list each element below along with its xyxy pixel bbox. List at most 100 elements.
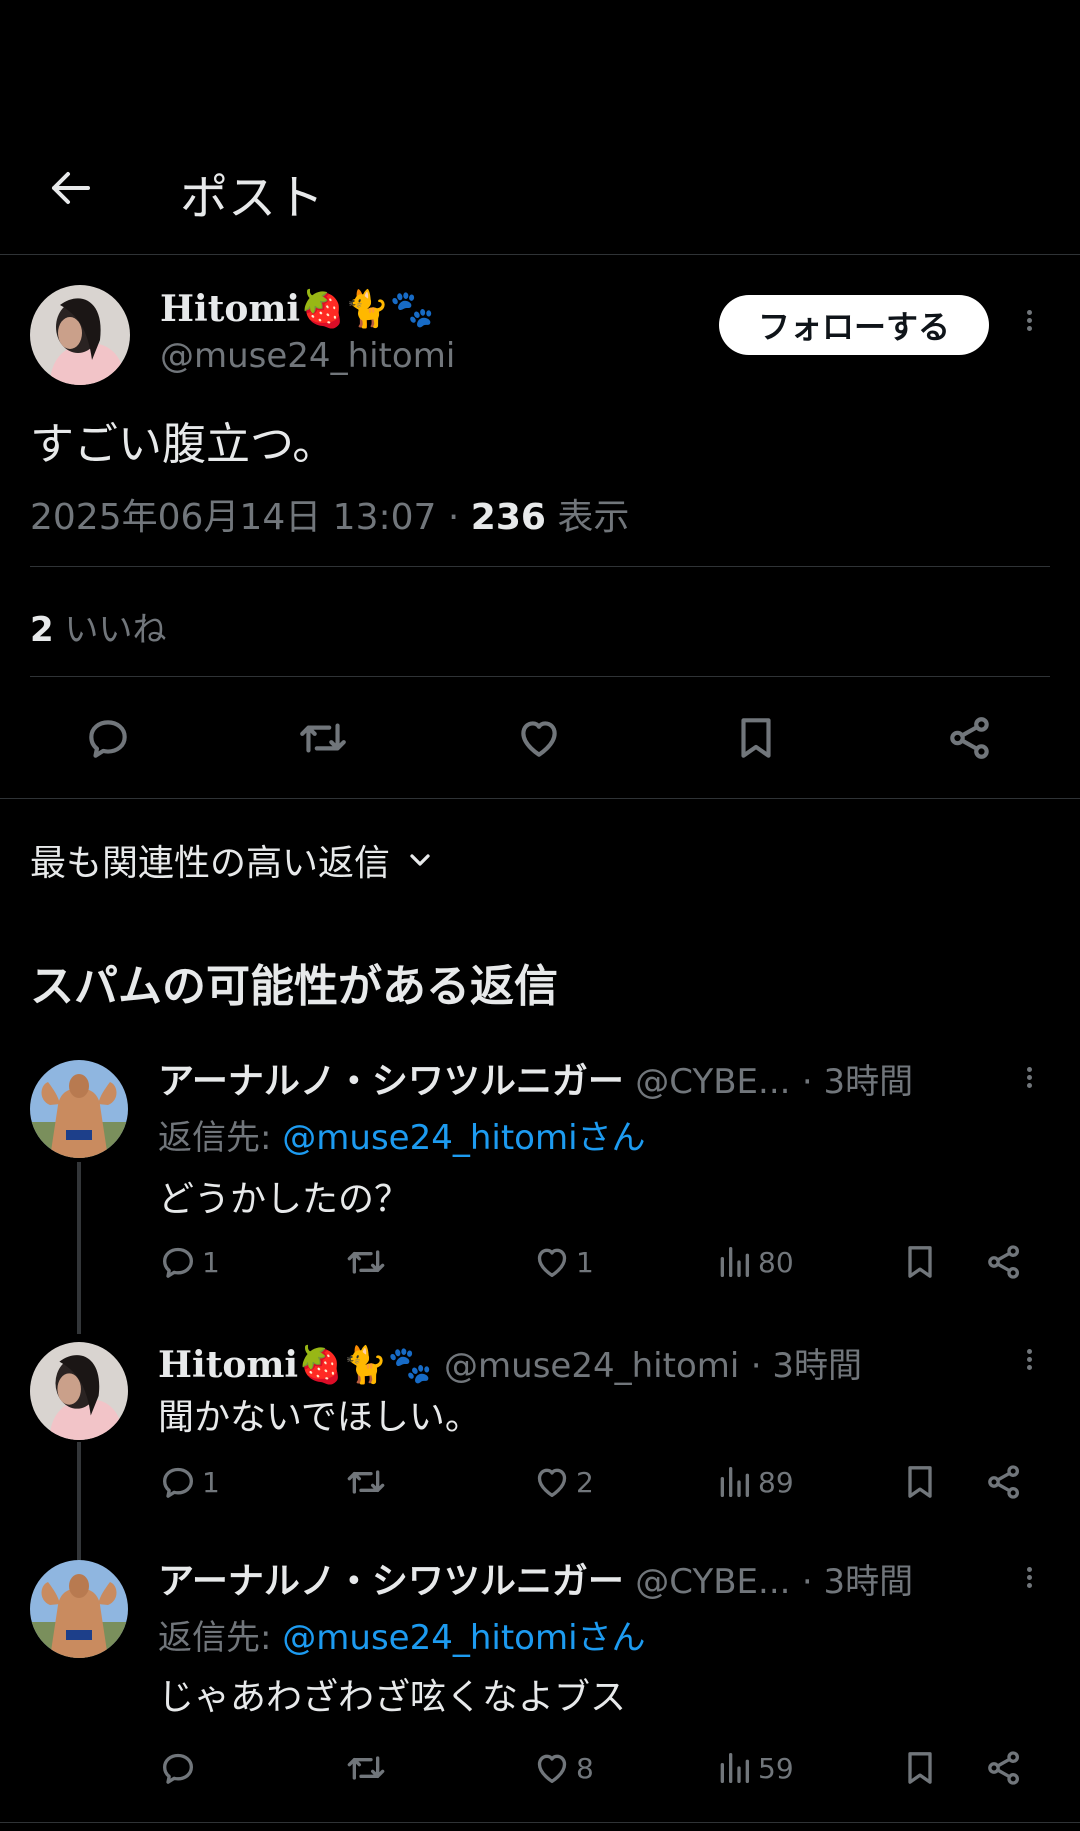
reply-button[interactable]: 1	[158, 1242, 220, 1282]
page-title: ポスト	[180, 170, 325, 226]
reply-count: 1	[202, 1465, 220, 1499]
reply-time[interactable]: · 3時間	[802, 1562, 913, 1602]
views-button[interactable]: 59	[714, 1748, 794, 1788]
reply-button[interactable]: 1	[158, 1462, 220, 1502]
share-button[interactable]	[984, 1242, 1024, 1282]
reply-author-handle[interactable]: @CYBE...	[635, 1062, 790, 1102]
reply-to-prefix: 返信先:	[158, 1118, 272, 1158]
bookmark-icon	[908, 1752, 932, 1784]
reply-avatar[interactable]	[30, 1560, 128, 1658]
reply-icon	[163, 1247, 193, 1278]
bookmark-icon	[908, 1466, 932, 1498]
reply-item[interactable]: アーナルノ・シワツルニガー @CYBE... · 3時間 返信先: @muse2…	[0, 1050, 1080, 1300]
repost-icon	[347, 1756, 385, 1780]
repost-button[interactable]	[344, 1462, 392, 1502]
share-button[interactable]	[984, 1748, 1024, 1788]
reply-author-name[interactable]: アーナルノ・シワツルニガー	[158, 1561, 624, 1602]
reply-header: アーナルノ・シワツルニガー @CYBE... · 3時間	[158, 1552, 913, 1604]
like-count: 2	[576, 1465, 594, 1499]
reply-time[interactable]: · 3時間	[751, 1346, 862, 1386]
view-count: 80	[758, 1245, 794, 1279]
share-icon	[950, 717, 989, 759]
likes-summary[interactable]: 2 いいね	[30, 602, 166, 651]
share-button[interactable]	[984, 1462, 1024, 1502]
post-timestamp[interactable]: 2025年06月14日 13:07	[30, 497, 436, 538]
bottom-divider	[0, 1822, 1080, 1823]
reply-to-mention[interactable]: @muse24_hitomiさん	[282, 1118, 645, 1158]
reply-item[interactable]: アーナルノ・シワツルニガー @CYBE... · 3時間 返信先: @muse2…	[0, 1550, 1080, 1820]
repost-button[interactable]	[344, 1242, 392, 1282]
analytics-icon	[720, 1753, 749, 1783]
author-emojis: 🍓🐈🐾	[300, 289, 435, 330]
reply-text: 聞かないでほしい。	[158, 1397, 481, 1438]
more-options-icon[interactable]	[1027, 307, 1032, 334]
reply-author-handle[interactable]: @muse24_hitomi	[444, 1346, 739, 1386]
likes-label: いいね	[64, 610, 167, 650]
repost-icon	[300, 723, 346, 753]
reply-button[interactable]	[158, 1748, 202, 1788]
repost-button[interactable]	[344, 1748, 392, 1788]
reply-time[interactable]: · 3時間	[802, 1062, 913, 1102]
reply-icon	[89, 720, 127, 758]
post-action-bar	[0, 710, 1080, 770]
reply-button[interactable]	[83, 713, 133, 763]
post-divider-1	[30, 566, 1050, 567]
share-button[interactable]	[945, 713, 995, 763]
bookmark-button[interactable]	[900, 1462, 940, 1502]
reply-action-bar: 1 1 80	[158, 1242, 1038, 1282]
reply-text: どうかしたの？	[158, 1179, 411, 1220]
reply-avatar[interactable]	[30, 1342, 128, 1440]
reply-header: アーナルノ・シワツルニガー @CYBE... · 3時間	[158, 1052, 913, 1104]
heart-icon	[521, 721, 557, 757]
bookmark-button[interactable]	[900, 1242, 940, 1282]
chevron-down-icon	[410, 854, 430, 866]
analytics-icon	[720, 1247, 749, 1277]
reply-item[interactable]: Hitomi🍓🐈🐾 @muse24_hitomi · 3時間 聞かないでほしい。…	[0, 1332, 1080, 1532]
likes-count: 2	[30, 610, 54, 650]
repost-button[interactable]	[296, 713, 350, 763]
reply-action-bar: 1 2 89	[158, 1462, 1038, 1502]
author-handle[interactable]: @muse24_hitomi	[160, 336, 455, 376]
author-name[interactable]: Hitomi	[160, 288, 300, 330]
reply-to-mention[interactable]: @muse24_hitomiさん	[282, 1618, 645, 1658]
reply-text: じゃあわざわざ呟くなよブス	[158, 1677, 627, 1718]
view-count: 59	[758, 1751, 794, 1785]
share-icon	[988, 1751, 1019, 1785]
heart-icon	[537, 1754, 567, 1783]
views-button[interactable]: 80	[714, 1242, 794, 1282]
share-icon	[988, 1465, 1019, 1499]
post-avatar[interactable]	[30, 285, 130, 385]
follow-button[interactable]: フォローする	[719, 295, 989, 355]
like-count: 1	[576, 1245, 594, 1279]
post-meta: 2025年06月14日 13:07 · 236 表示	[30, 488, 629, 540]
reply-header: Hitomi🍓🐈🐾 @muse24_hitomi · 3時間	[158, 1338, 862, 1387]
like-count: 8	[576, 1751, 594, 1785]
bookmark-button[interactable]	[900, 1748, 940, 1788]
view-count: 89	[758, 1465, 794, 1499]
reply-author-name[interactable]: Hitomi	[158, 1344, 298, 1386]
more-options-icon[interactable]	[1027, 1064, 1032, 1091]
like-button[interactable]: 8	[532, 1748, 594, 1788]
more-options-icon[interactable]	[1027, 1564, 1032, 1591]
more-options-icon[interactable]	[1027, 1346, 1032, 1373]
post-divider-2	[30, 676, 1050, 677]
reply-author-name[interactable]: アーナルノ・シワツルニガー	[158, 1061, 624, 1102]
reply-to-line: 返信先: @muse24_hitomiさん	[158, 1610, 646, 1659]
reply-to-prefix: 返信先:	[158, 1618, 272, 1658]
reply-sort-selector[interactable]: 最も関連性の高い返信	[30, 834, 436, 886]
like-button[interactable]	[514, 713, 564, 763]
header-divider	[0, 254, 1080, 255]
reply-icon	[163, 1467, 193, 1498]
like-button[interactable]: 1	[532, 1242, 594, 1282]
author-emojis: 🍓🐈🐾	[298, 1345, 433, 1386]
views-button[interactable]: 89	[714, 1462, 794, 1502]
reply-author-handle[interactable]: @CYBE...	[635, 1562, 790, 1602]
reply-action-bar: 8 59	[158, 1748, 1038, 1788]
share-icon	[988, 1245, 1019, 1279]
post-author[interactable]: Hitomi🍓🐈🐾	[160, 288, 435, 330]
bookmark-button[interactable]	[731, 713, 781, 763]
reply-avatar[interactable]	[30, 1060, 128, 1158]
back-button[interactable]	[42, 160, 98, 216]
spam-section-title: スパムの可能性がある返信	[30, 961, 558, 1012]
like-button[interactable]: 2	[532, 1462, 594, 1502]
